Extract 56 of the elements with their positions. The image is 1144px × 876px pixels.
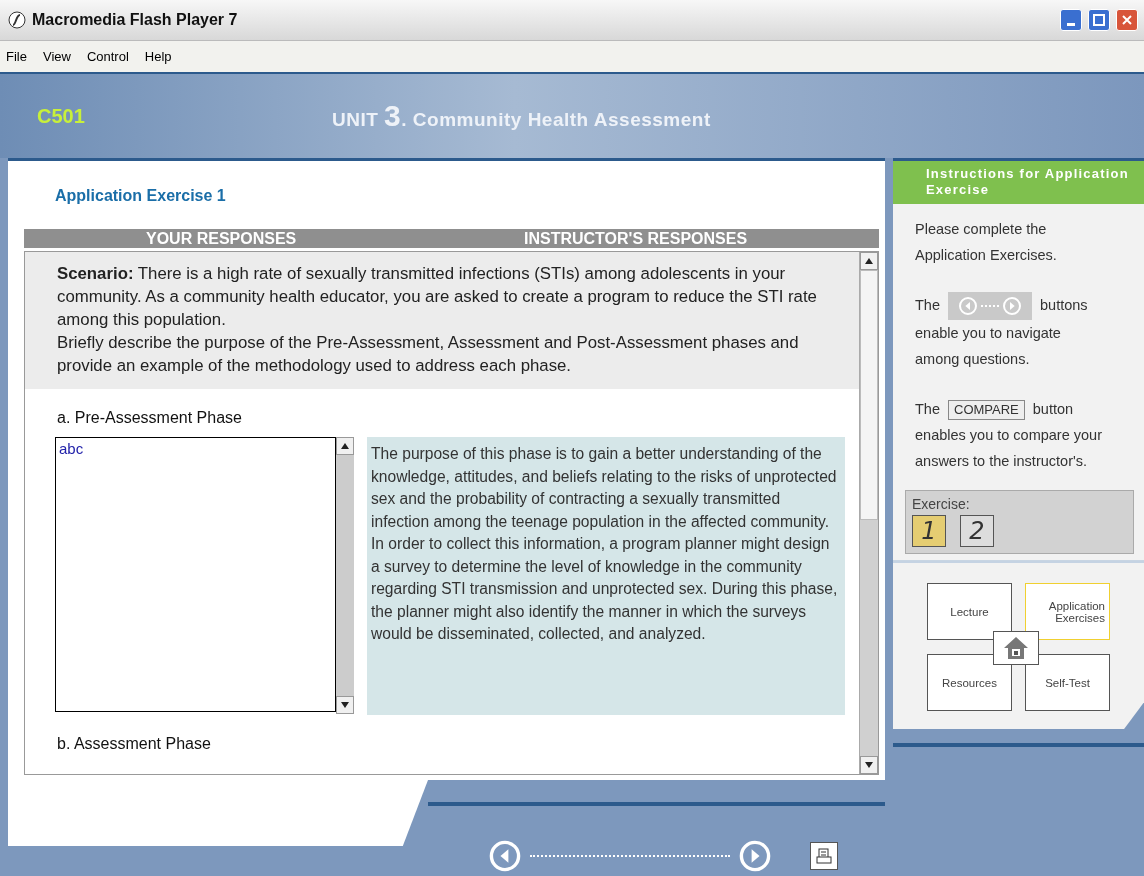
minimize-button[interactable] <box>1060 9 1082 31</box>
instructions-text: The <box>915 401 940 418</box>
print-button[interactable] <box>810 842 838 870</box>
course-code: C501 <box>37 104 86 128</box>
column-heading: YOUR RESPONSES <box>146 229 298 248</box>
compare-button-image: COMPARE <box>948 400 1025 421</box>
map-button[interactable]: Application Exercises <box>1025 583 1110 641</box>
previous-button[interactable] <box>488 839 522 873</box>
exercise-title: Application Exercise 1 <box>55 187 227 205</box>
map-button[interactable]: Lecture <box>927 583 1012 641</box>
question-label: a. Pre-Assessment Phase <box>57 409 243 427</box>
maximize-icon <box>1093 14 1105 26</box>
scroll-down-button[interactable] <box>860 756 878 774</box>
instructions-text: buttons <box>1040 297 1088 313</box>
menu-item[interactable]: Control <box>86 49 129 64</box>
house-icon <box>1003 636 1029 661</box>
scenario-text: Scenario: There is a high rate of sexually transmitted infections (STIs) among adolescents in your community. As a community health educator, you are asked to create a program to reduce the STI rate among this population. <box>57 263 818 331</box>
map-button[interactable]: Self-Test <box>1025 654 1110 712</box>
flash-logo-icon <box>8 11 26 29</box>
instructions-text: Please complete the Application Exercises. <box>914 220 1058 265</box>
scrollbar[interactable] <box>336 437 354 714</box>
instructions-text: button <box>1032 401 1074 418</box>
column-heading: INSTRUCTOR'S RESPONSES <box>524 229 748 248</box>
menu-item[interactable]: View <box>42 49 71 64</box>
map-button[interactable]: Resources <box>927 654 1012 712</box>
minimize-icon <box>1067 22 1075 26</box>
exercise-button[interactable]: 1 <box>912 515 946 548</box>
question-label: b. Assessment Phase <box>57 735 212 753</box>
close-icon <box>1121 14 1133 26</box>
exercise-button[interactable]: 2 <box>960 515 994 548</box>
up-arrow-icon <box>341 443 349 449</box>
prompt-text: Briefly describe the purpose of the Pre-Assessment, Assessment and Post-Assessment phases and provide an example of the methodology used to address each phase. <box>57 332 800 377</box>
window-title: Macromedia Flash Player 7 <box>32 11 239 29</box>
home-button[interactable] <box>993 631 1039 666</box>
next-button[interactable] <box>738 839 772 873</box>
instructions-text: enables you to compare your answers to the instructor's. <box>915 426 1103 472</box>
scroll-down-button[interactable] <box>336 696 354 714</box>
unit-title: UNIT 3. Community Health Assessment <box>332 99 711 133</box>
up-arrow-icon <box>865 258 873 264</box>
print-icon <box>815 847 833 865</box>
menu-item[interactable]: File <box>6 49 27 64</box>
instructions-text: enable you to navigate among questions. <box>915 324 1062 370</box>
instructions-header: Instructions for Application Exercise <box>893 158 1144 204</box>
scroll-up-button[interactable] <box>336 437 354 455</box>
down-arrow-icon <box>341 702 349 708</box>
answer-field[interactable]: abc <box>55 437 336 712</box>
instructions-text: The <box>915 297 940 313</box>
scrollbar[interactable] <box>859 252 878 774</box>
close-button[interactable] <box>1116 9 1138 31</box>
menu-item[interactable]: Help <box>144 49 172 64</box>
scroll-up-button[interactable] <box>860 252 878 270</box>
scroll-thumb[interactable] <box>860 270 878 520</box>
maximize-button[interactable] <box>1088 9 1110 31</box>
picker-label: Exercise: <box>912 495 971 514</box>
down-arrow-icon <box>865 762 873 768</box>
instructor-response: The purpose of this phase is to gain a better understanding of the knowledge, attitudes, and beliefs relating to the risks of unprotected sex and the probability of contracting a sexually transmitted infection among the teenage population in the affected community. In order to collect this information, a program planner might design a survey to determine the level of knowledge in the community regarding STI transmission and unprotected sex. During this phase, the planner might also identify the manner in which the surveys would be disseminated, collected, and analyzed. <box>367 437 845 715</box>
